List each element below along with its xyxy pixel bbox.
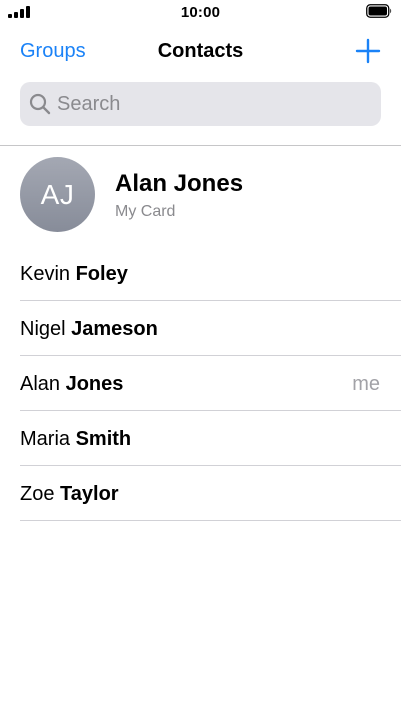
contact-row[interactable]: Maria Smith <box>0 411 401 466</box>
contact-first-name: Alan <box>20 373 61 395</box>
plus-icon <box>355 38 381 64</box>
contact-name: Nigel Jameson <box>20 318 158 341</box>
contact-first-name: Nigel <box>20 318 66 340</box>
search-icon <box>29 93 51 115</box>
contact-first-name: Maria <box>20 428 71 450</box>
my-card-name: Alan Jones <box>115 170 244 197</box>
my-card[interactable]: AJ Alan Jones My Card <box>0 146 401 244</box>
contact-name: Alan Jones <box>20 373 123 396</box>
contact-last-name: Smith <box>75 428 132 450</box>
battery-icon <box>366 4 392 18</box>
search-input[interactable] <box>57 82 367 126</box>
contact-name: Maria Smith <box>20 428 131 451</box>
contact-row[interactable]: Alan Jones me <box>0 356 401 411</box>
status-time: 10:00 <box>180 4 221 21</box>
my-card-label: My Card <box>115 203 176 220</box>
contact-name: Kevin Foley <box>20 263 128 286</box>
contact-name: Zoe Taylor <box>20 483 119 506</box>
contact-first-name: Zoe <box>20 483 55 505</box>
status-bar: 10:00 <box>0 0 401 24</box>
contact-last-name: Taylor <box>60 483 119 505</box>
contact-last-name: Jameson <box>71 318 158 340</box>
search-bar[interactable] <box>20 82 381 126</box>
add-contact-button[interactable] <box>355 38 381 64</box>
contact-list: Kevin Foley Nigel Jameson Alan Jones me … <box>0 246 401 521</box>
avatar: AJ <box>20 157 95 232</box>
me-badge: me <box>352 373 380 395</box>
contact-first-name: Kevin <box>20 263 71 285</box>
contact-last-name: Jones <box>65 373 124 395</box>
contact-row[interactable]: Kevin Foley <box>0 246 401 301</box>
contact-last-name: Foley <box>75 263 128 285</box>
contact-row[interactable]: Zoe Taylor <box>0 466 401 521</box>
navigation-bar: Groups Contacts <box>0 26 401 78</box>
contact-row[interactable]: Nigel Jameson <box>0 301 401 356</box>
page-title: Contacts <box>157 40 244 62</box>
